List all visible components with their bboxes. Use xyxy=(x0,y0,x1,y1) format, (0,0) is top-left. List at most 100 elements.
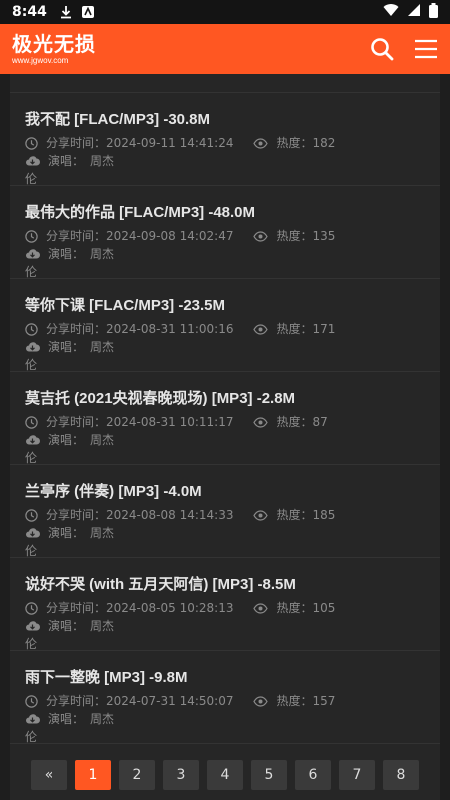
share-time-value: 2024-08-08 14:14:33 xyxy=(106,508,234,522)
cloud-download-icon xyxy=(25,155,44,167)
page-prev-button[interactable]: « xyxy=(31,760,67,790)
clock-icon xyxy=(25,322,42,336)
singer-label: 演唱： xyxy=(48,154,85,168)
status-bar: 8:44 xyxy=(0,0,450,24)
song-item[interactable]: 雨下一整晚 [MP3] -9.8M 分享时间： 2024-07-31 14:50… xyxy=(10,651,440,744)
singer-label: 演唱： xyxy=(48,433,85,447)
heat-value: 135 xyxy=(312,229,336,243)
share-time: 分享时间： 2024-09-08 14:02:47 xyxy=(25,227,233,245)
share-time-label: 分享时间： xyxy=(46,601,107,615)
share-time-value: 2024-08-31 10:11:17 xyxy=(106,415,234,429)
page-8-button[interactable]: 8 xyxy=(383,760,419,790)
heat-value: 105 xyxy=(312,601,336,615)
singer-value-wrap: 伦 xyxy=(25,730,38,744)
song-meta: 分享时间： 2024-07-31 14:50:07 热度： 157 演唱： 周杰… xyxy=(25,692,426,746)
eye-icon xyxy=(253,416,272,428)
song-title[interactable]: 等你下课 [FLAC/MP3] -23.5M xyxy=(25,294,426,316)
singer-label: 演唱： xyxy=(48,619,85,633)
song-item[interactable]: 莫吉托 (2021央视春晚现场) [MP3] -2.8M 分享时间： 2024-… xyxy=(10,372,440,465)
page-4-button[interactable]: 4 xyxy=(207,760,243,790)
singer-value-wrap: 伦 xyxy=(25,451,38,465)
wifi-icon xyxy=(383,3,399,21)
share-time: 分享时间： 2024-08-05 10:28:13 xyxy=(25,599,233,617)
share-time-label: 分享时间： xyxy=(46,415,107,429)
list-top-edge xyxy=(10,74,440,93)
song-list-panel: 我不配 [FLAC/MP3] -30.8M 分享时间： 2024-09-11 1… xyxy=(10,74,440,800)
song-meta: 分享时间： 2024-08-31 11:00:16 热度： 171 演唱： 周杰… xyxy=(25,320,426,374)
song-meta: 分享时间： 2024-09-11 14:41:24 热度： 182 演唱： 周杰… xyxy=(25,134,426,188)
page-7-button[interactable]: 7 xyxy=(339,760,375,790)
share-time-label: 分享时间： xyxy=(46,508,107,522)
singer-value: 周杰 xyxy=(90,619,115,633)
page-2-button[interactable]: 2 xyxy=(119,760,155,790)
share-time: 分享时间： 2024-08-31 10:11:17 xyxy=(25,413,233,431)
singer-value-wrap: 伦 xyxy=(25,358,38,372)
heat-label: 热度： xyxy=(276,601,313,615)
heat-label: 热度： xyxy=(276,415,313,429)
heat-label: 热度： xyxy=(276,229,313,243)
clock-icon xyxy=(25,415,42,429)
singer-label: 演唱： xyxy=(48,712,85,726)
app-header: 极光无损 www.jgwov.com xyxy=(0,24,450,74)
page-1-button[interactable]: 1 xyxy=(75,760,111,790)
singer-value: 周杰 xyxy=(90,247,115,261)
share-time: 分享时间： 2024-08-08 14:14:33 xyxy=(25,506,233,524)
singer: 演唱： 周杰 xyxy=(25,524,114,542)
share-time: 分享时间： 2024-09-11 14:41:24 xyxy=(25,134,233,152)
song-title[interactable]: 兰亭序 (伴奏) [MP3] -4.0M xyxy=(25,480,426,502)
clock-icon xyxy=(25,136,42,150)
song-meta: 分享时间： 2024-08-08 14:14:33 热度： 185 演唱： 周杰… xyxy=(25,506,426,560)
share-time-label: 分享时间： xyxy=(46,694,107,708)
cloud-download-icon xyxy=(25,434,44,446)
song-title[interactable]: 我不配 [FLAC/MP3] -30.8M xyxy=(25,108,426,130)
singer-value-wrap: 伦 xyxy=(25,265,38,279)
heat: 热度： 87 xyxy=(253,413,328,431)
share-time-value: 2024-09-08 14:02:47 xyxy=(106,229,234,243)
song-title[interactable]: 雨下一整晚 [MP3] -9.8M xyxy=(25,666,426,688)
song-title[interactable]: 莫吉托 (2021央视春晚现场) [MP3] -2.8M xyxy=(25,387,426,409)
share-time: 分享时间： 2024-07-31 14:50:07 xyxy=(25,692,233,710)
song-title[interactable]: 最伟大的作品 [FLAC/MP3] -48.0M xyxy=(25,201,426,223)
eye-icon xyxy=(253,323,272,335)
heat-label: 热度： xyxy=(276,322,313,336)
site-logo[interactable]: 极光无损 www.jgwov.com xyxy=(12,34,96,65)
cloud-download-icon xyxy=(25,341,44,353)
song-item[interactable]: 我不配 [FLAC/MP3] -30.8M 分享时间： 2024-09-11 1… xyxy=(10,93,440,186)
clock-icon xyxy=(25,601,42,615)
logo-title: 极光无损 xyxy=(12,31,96,56)
song-item[interactable]: 说好不哭 (with 五月天阿信) [MP3] -8.5M 分享时间： 2024… xyxy=(10,558,440,651)
clock-icon xyxy=(25,229,42,243)
app-notification-icon xyxy=(81,5,95,19)
singer-label: 演唱： xyxy=(48,340,85,354)
heat-value: 185 xyxy=(312,508,336,522)
song-item[interactable]: 等你下课 [FLAC/MP3] -23.5M 分享时间： 2024-08-31 … xyxy=(10,279,440,372)
singer-label: 演唱： xyxy=(48,247,85,261)
singer-value: 周杰 xyxy=(90,154,115,168)
status-time: 8:44 xyxy=(12,4,47,20)
heat-label: 热度： xyxy=(276,694,313,708)
download-icon xyxy=(59,5,73,19)
singer: 演唱： 周杰 xyxy=(25,431,114,449)
singer-value-wrap: 伦 xyxy=(25,172,38,186)
song-title[interactable]: 说好不哭 (with 五月天阿信) [MP3] -8.5M xyxy=(25,573,426,595)
singer: 演唱： 周杰 xyxy=(25,245,114,263)
eye-icon xyxy=(253,509,272,521)
eye-icon xyxy=(253,602,272,614)
page-3-button[interactable]: 3 xyxy=(163,760,199,790)
singer: 演唱： 周杰 xyxy=(25,617,114,635)
song-item[interactable]: 兰亭序 (伴奏) [MP3] -4.0M 分享时间： 2024-08-08 14… xyxy=(10,465,440,558)
singer: 演唱： 周杰 xyxy=(25,152,114,170)
page-5-button[interactable]: 5 xyxy=(251,760,287,790)
search-icon[interactable] xyxy=(370,37,394,61)
song-list: 我不配 [FLAC/MP3] -30.8M 分享时间： 2024-09-11 1… xyxy=(10,93,440,744)
menu-icon[interactable] xyxy=(414,39,438,59)
song-meta: 分享时间： 2024-09-08 14:02:47 热度： 135 演唱： 周杰… xyxy=(25,227,426,281)
song-item[interactable]: 最伟大的作品 [FLAC/MP3] -48.0M 分享时间： 2024-09-0… xyxy=(10,186,440,279)
singer-label: 演唱： xyxy=(48,526,85,540)
singer-value: 周杰 xyxy=(90,712,115,726)
singer: 演唱： 周杰 xyxy=(25,710,114,728)
singer-value: 周杰 xyxy=(90,526,115,540)
page-6-button[interactable]: 6 xyxy=(295,760,331,790)
heat: 热度： 157 xyxy=(253,692,335,710)
share-time-label: 分享时间： xyxy=(46,229,107,243)
